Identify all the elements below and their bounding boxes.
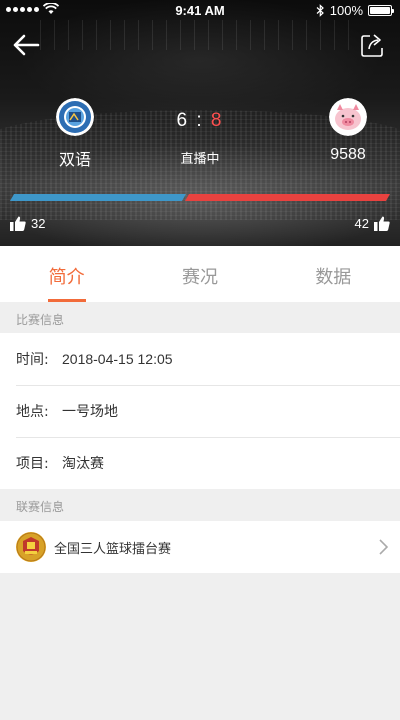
away-team[interactable]: 9588 — [308, 98, 388, 164]
match-time-label: 时间: — [16, 352, 49, 368]
home-like-button[interactable]: 32 — [10, 216, 45, 231]
support-ratio-bar — [9, 194, 391, 201]
score-separator: : — [196, 110, 204, 131]
match-info-list: 时间: 2018-04-15 12:05 地点: 一号场地 项目: 淘汰赛 — [0, 333, 400, 489]
match-event-label: 项目: — [16, 456, 49, 472]
battery-percent: 100% — [329, 3, 363, 18]
match-header: 9:41 AM 100% 双语 6: 8 直播中 9588 32 42 — [0, 0, 400, 246]
match-event-value: 淘汰赛 — [62, 455, 104, 471]
share-button[interactable] — [360, 32, 386, 58]
match-time-row: 时间: 2018-04-15 12:05 — [0, 333, 400, 385]
match-info-section-title: 比赛信息 — [0, 303, 400, 333]
league-name: 全国三人篮球擂台赛 — [54, 541, 172, 557]
thumbs-up-icon — [374, 216, 390, 231]
away-like-button[interactable]: 42 — [355, 216, 390, 231]
thumbs-up-icon — [10, 216, 26, 231]
away-score: 8 — [210, 110, 224, 131]
back-button[interactable] — [12, 34, 40, 56]
match-venue-row: 地点: 一号场地 — [0, 385, 400, 437]
battery-icon — [368, 5, 394, 16]
tab-bar: 简介 赛况 数据 — [0, 246, 400, 302]
league-info-section-title: 联赛信息 — [0, 490, 400, 520]
bluetooth-icon — [316, 4, 324, 17]
tab-intro[interactable]: 简介 — [0, 246, 133, 302]
home-support-bar — [9, 194, 187, 201]
status-bar: 9:41 AM 100% — [0, 0, 400, 22]
away-like-count: 42 — [354, 216, 369, 231]
match-venue-label: 地点: — [16, 404, 49, 420]
tab-stats[interactable]: 数据 — [267, 246, 400, 302]
home-like-count: 32 — [31, 216, 46, 231]
chevron-right-icon — [379, 539, 388, 555]
arrow-left-icon — [13, 34, 40, 56]
match-venue-value: 一号场地 — [62, 403, 118, 419]
league-row[interactable]: 全国三人篮球擂台赛 — [0, 521, 400, 573]
away-support-bar — [184, 194, 391, 201]
tab-game-status[interactable]: 赛况 — [133, 246, 266, 302]
share-icon — [361, 34, 383, 57]
away-team-name: 9588 — [330, 146, 366, 163]
league-logo — [16, 532, 46, 562]
away-team-logo — [329, 98, 367, 136]
home-score: 6 — [176, 110, 190, 131]
stadium-lights — [40, 20, 360, 50]
match-time-value: 2018-04-15 12:05 — [62, 351, 173, 367]
status-right: 100% — [316, 3, 394, 18]
match-event-row: 项目: 淘汰赛 — [0, 437, 400, 489]
